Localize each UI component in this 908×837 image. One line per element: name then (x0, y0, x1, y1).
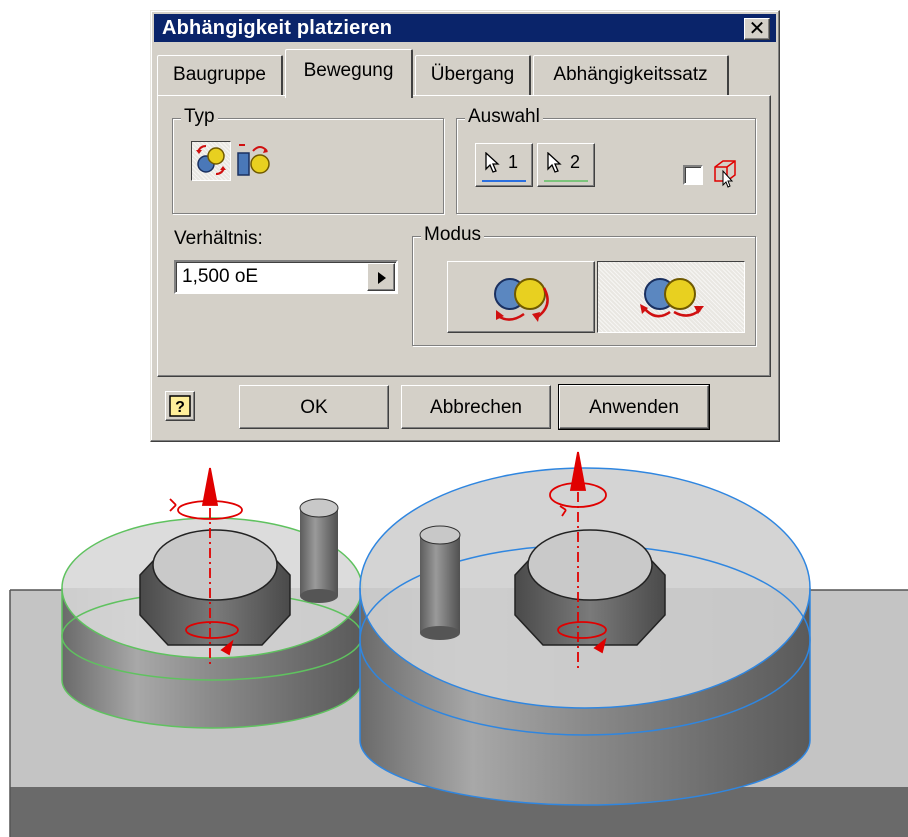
help-button[interactable]: ? (165, 391, 195, 421)
type-rotation-button[interactable] (191, 141, 231, 181)
pin-1 (299, 498, 339, 603)
triangle-right-icon (378, 272, 386, 284)
ratio-input[interactable]: 1,500 oE (174, 260, 398, 294)
auswahl-label: Auswahl (465, 106, 543, 128)
selection-2-button[interactable]: 2 (537, 143, 595, 187)
auswahl-group: Auswahl 1 2 (456, 106, 756, 214)
mode-forward-button[interactable] (447, 261, 595, 333)
selection-1-color-bar (482, 180, 526, 182)
cancel-button[interactable]: Abbrechen (401, 385, 551, 429)
ratio-value: 1,500 oE (182, 266, 259, 287)
close-button[interactable]: ✕ (744, 18, 770, 40)
place-constraint-dialog: Abhängigkeit platzieren ✕ Baugruppe Bewe… (150, 10, 780, 442)
first-selection-checkbox[interactable] (683, 165, 703, 185)
help-icon: ? (169, 395, 191, 417)
modus-label: Modus (421, 224, 485, 246)
rotation-translation-icon (237, 144, 270, 176)
mode-reverse-button[interactable] (597, 261, 745, 333)
rotation-icon (196, 145, 226, 175)
svg-text:?: ? (175, 399, 185, 416)
tab-baugruppe[interactable]: Baugruppe (157, 55, 283, 95)
selection-1-button[interactable]: 1 (475, 143, 533, 187)
reverse-mode-icon (640, 278, 704, 318)
verhaeltnis-label: Verhältnis: (174, 228, 263, 249)
selection-1-label: 1 (508, 152, 519, 172)
ok-button[interactable]: OK (239, 385, 389, 429)
typ-label: Typ (181, 106, 218, 128)
modus-group: Modus (412, 224, 756, 346)
dialog-title: Abhängigkeit platzieren (162, 17, 393, 39)
selection-2-label: 2 (570, 152, 581, 172)
tab-abhaengigkeitssatz[interactable]: Abhängigkeitssatz (533, 55, 729, 95)
pin-2 (419, 525, 461, 640)
selection-2-color-bar (544, 180, 588, 182)
cursor-icon (485, 152, 500, 173)
tab-bewegung[interactable]: Bewegung (285, 49, 413, 98)
select-other-icon[interactable] (711, 159, 739, 189)
close-icon: ✕ (748, 18, 766, 40)
tab-panel-bewegung: Typ Auswahl 1 2 Verhältnis: 1,500 oE Mod… (157, 95, 771, 377)
ratio-menu-button[interactable] (367, 263, 395, 291)
type-rotation-translation-button[interactable] (235, 141, 275, 181)
typ-group: Typ (172, 106, 444, 214)
cursor-icon (547, 152, 562, 173)
apply-button[interactable]: Anwenden (558, 384, 710, 430)
title-bar[interactable]: Abhängigkeit platzieren ✕ (154, 14, 776, 42)
forward-mode-icon (494, 278, 549, 322)
tab-uebergang[interactable]: Übergang (415, 55, 531, 95)
